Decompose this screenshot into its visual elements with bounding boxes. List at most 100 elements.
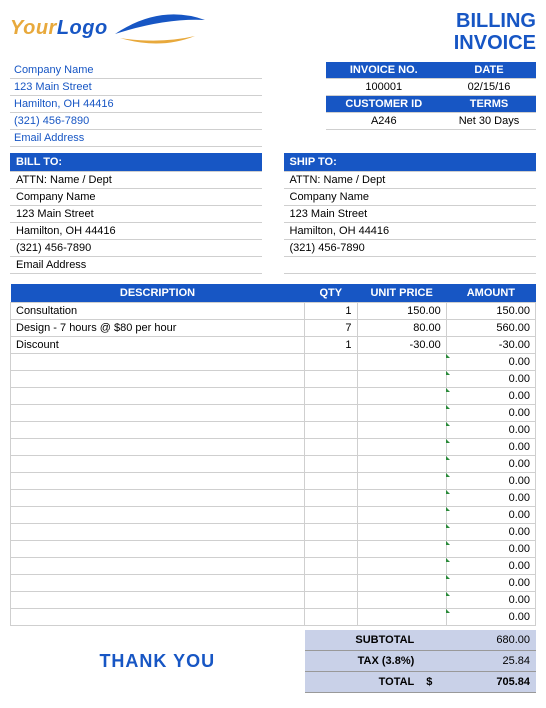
- item-unit-price: [357, 558, 446, 575]
- item-desc: [11, 558, 305, 575]
- item-desc: [11, 405, 305, 422]
- customer-id-hdr: CUSTOMER ID: [326, 96, 442, 113]
- total-amount: 705.84: [496, 676, 530, 688]
- line-item-row-empty: 0.00: [11, 507, 536, 524]
- billto-citystate: Hamilton, OH 44416: [10, 223, 262, 240]
- col-unit-price: UNIT PRICE: [357, 284, 446, 303]
- item-desc: Discount: [11, 337, 305, 354]
- shipto-attn: ATTN: Name / Dept: [284, 172, 536, 189]
- item-unit-price: [357, 388, 446, 405]
- item-unit-price: [357, 371, 446, 388]
- line-item-row: Consultation1150.00150.00: [11, 303, 536, 320]
- item-desc: [11, 388, 305, 405]
- tax-label: TAX (3.8%): [305, 651, 421, 672]
- company-name: Company Name: [10, 62, 262, 79]
- item-amount: 0.00: [446, 507, 535, 524]
- billto-email: Email Address: [10, 257, 262, 274]
- line-item-row-empty: 0.00: [11, 592, 536, 609]
- line-item-row-empty: 0.00: [11, 490, 536, 507]
- item-amount: 0.00: [446, 541, 535, 558]
- item-amount: 0.00: [446, 371, 535, 388]
- company-email: Email Address: [10, 130, 262, 147]
- item-qty: 1: [305, 303, 358, 320]
- item-qty: [305, 371, 358, 388]
- item-desc: [11, 371, 305, 388]
- title-line1: BILLING: [454, 10, 536, 32]
- billto-phone: (321) 456-7890: [10, 240, 262, 257]
- item-desc: [11, 354, 305, 371]
- logo: YourLogo: [10, 10, 210, 46]
- invoice-meta: INVOICE NO. DATE 100001 02/15/16 CUSTOME…: [326, 62, 536, 130]
- totals-block: SUBTOTAL 680.00 TAX (3.8%) 25.84 TOTAL $…: [305, 630, 536, 693]
- item-desc: [11, 541, 305, 558]
- item-amount: 0.00: [446, 439, 535, 456]
- line-item-row-empty: 0.00: [11, 575, 536, 592]
- item-desc: [11, 422, 305, 439]
- shipto-company: Company Name: [284, 189, 536, 206]
- item-amount: 0.00: [446, 575, 535, 592]
- item-unit-price: [357, 473, 446, 490]
- item-desc: [11, 524, 305, 541]
- item-amount: 0.00: [446, 524, 535, 541]
- item-amount: 0.00: [446, 592, 535, 609]
- line-item-row-empty: 0.00: [11, 388, 536, 405]
- total-value: $ 705.84: [420, 672, 536, 693]
- line-items-table: DESCRIPTION QTY UNIT PRICE AMOUNT Consul…: [10, 284, 536, 626]
- item-qty: [305, 473, 358, 490]
- item-qty: [305, 609, 358, 626]
- col-qty: QTY: [305, 284, 358, 303]
- item-unit-price: [357, 524, 446, 541]
- item-qty: [305, 524, 358, 541]
- item-qty: [305, 490, 358, 507]
- item-unit-price: [357, 422, 446, 439]
- item-unit-price: [357, 490, 446, 507]
- total-label: TOTAL: [305, 672, 421, 693]
- line-item-row: Discount1-30.00-30.00: [11, 337, 536, 354]
- item-unit-price: [357, 456, 446, 473]
- line-item-row-empty: 0.00: [11, 541, 536, 558]
- date-hdr: DATE: [442, 62, 536, 79]
- billto-company: Company Name: [10, 189, 262, 206]
- item-qty: [305, 354, 358, 371]
- item-amount: 0.00: [446, 558, 535, 575]
- item-qty: [305, 507, 358, 524]
- logo-word2: Logo: [57, 17, 108, 39]
- bill-to-hdr: BILL TO:: [10, 153, 262, 172]
- item-amount: 0.00: [446, 405, 535, 422]
- line-item-row-empty: 0.00: [11, 609, 536, 626]
- item-amount: -30.00: [446, 337, 535, 354]
- thank-you: THANK YOU: [10, 630, 305, 693]
- line-item-row-empty: 0.00: [11, 405, 536, 422]
- line-item-row-empty: 0.00: [11, 473, 536, 490]
- billto-attn: ATTN: Name / Dept: [10, 172, 262, 189]
- item-desc: [11, 609, 305, 626]
- item-amount: 0.00: [446, 490, 535, 507]
- item-desc: Consultation: [11, 303, 305, 320]
- line-item-row-empty: 0.00: [11, 422, 536, 439]
- item-unit-price: 80.00: [357, 320, 446, 337]
- company-street: 123 Main Street: [10, 79, 262, 96]
- company-phone: (321) 456-7890: [10, 113, 262, 130]
- logo-word1: Your: [10, 17, 57, 39]
- item-desc: [11, 456, 305, 473]
- item-unit-price: [357, 592, 446, 609]
- item-amount: 0.00: [446, 354, 535, 371]
- item-unit-price: [357, 439, 446, 456]
- invoice-no-hdr: INVOICE NO.: [326, 62, 442, 79]
- item-qty: 1: [305, 337, 358, 354]
- item-amount: 0.00: [446, 609, 535, 626]
- item-qty: [305, 575, 358, 592]
- item-qty: [305, 439, 358, 456]
- company-citystate: Hamilton, OH 44416: [10, 96, 262, 113]
- line-item-row-empty: 0.00: [11, 558, 536, 575]
- line-item-row-empty: 0.00: [11, 524, 536, 541]
- shipto-phone: (321) 456-7890: [284, 240, 536, 257]
- item-qty: [305, 558, 358, 575]
- line-item-row-empty: 0.00: [11, 456, 536, 473]
- item-unit-price: 150.00: [357, 303, 446, 320]
- item-amount: 0.00: [446, 473, 535, 490]
- item-desc: Design - 7 hours @ $80 per hour: [11, 320, 305, 337]
- item-desc: [11, 439, 305, 456]
- line-item-row-empty: 0.00: [11, 354, 536, 371]
- customer-id: A246: [326, 113, 442, 130]
